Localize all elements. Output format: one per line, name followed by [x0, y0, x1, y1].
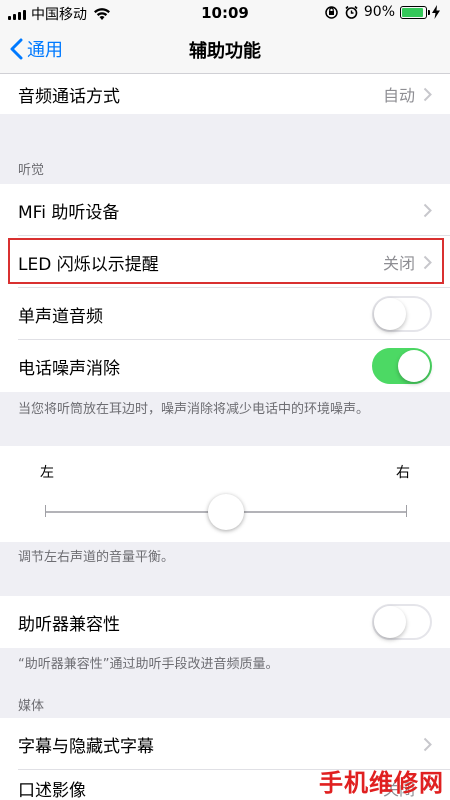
- row-mono-audio: 单声道音频: [0, 288, 450, 340]
- row-value: 关闭: [382, 254, 415, 273]
- row-label: 助听器兼容性: [18, 614, 120, 635]
- row-phone-noise-cancellation: 电话噪声消除: [0, 340, 450, 392]
- track-tick-left: [45, 505, 46, 517]
- balance-left-label: 左: [40, 465, 54, 481]
- row-label: 音频通话方式: [18, 86, 120, 107]
- row-label: 字幕与隐藏式字幕: [18, 736, 154, 757]
- status-bar: 中国移动 10:09 90%: [0, 0, 450, 26]
- chevron-right-icon: [423, 737, 432, 751]
- chevron-right-icon: [423, 255, 432, 269]
- track-tick-right: [406, 505, 407, 517]
- row-hearing-aid-compatibility: 助听器兼容性: [0, 596, 450, 648]
- page-title: 辅助功能: [189, 41, 261, 62]
- row-label: 单声道音频: [18, 306, 103, 327]
- battery-percent: 90%: [363, 4, 395, 20]
- row-label: 电话噪声消除: [18, 358, 120, 379]
- section-header-media: 媒体: [18, 699, 45, 714]
- noise-cancel-footer: 当您将听筒放在耳边时，噪声消除将减少电话中的环境噪声。: [18, 402, 370, 417]
- rotation-lock-icon: [325, 5, 338, 19]
- status-right: 90%: [324, 4, 440, 20]
- mono-audio-toggle[interactable]: [372, 296, 432, 332]
- row-value: 自动: [382, 86, 415, 105]
- row-led-flash[interactable]: LED 闪烁以示提醒 关闭: [0, 236, 450, 288]
- balance-slider-thumb[interactable]: [208, 494, 244, 530]
- row-label: LED 闪烁以示提醒: [18, 254, 159, 275]
- charging-icon: [432, 5, 440, 19]
- noise-cancellation-toggle[interactable]: [372, 348, 432, 384]
- balance-slider-card: 左 右: [0, 446, 450, 542]
- section-header-hearing: 听觉: [18, 163, 45, 178]
- watermark: 手机维修网: [319, 769, 444, 797]
- row-audio-routing[interactable]: 音频通话方式 自动: [0, 74, 450, 114]
- balance-right-label: 右: [396, 465, 410, 481]
- hac-footer: “助听器兼容性”通过助听手段改进音频质量。: [18, 657, 279, 672]
- battery-icon: [400, 5, 430, 19]
- alarm-icon: [345, 5, 358, 19]
- row-mfi-hearing-devices[interactable]: MFi 助听设备: [0, 184, 450, 236]
- row-label: MFi 助听设备: [18, 202, 120, 223]
- navigation-bar: 通用 辅助功能: [0, 26, 450, 74]
- chevron-right-icon: [423, 203, 432, 217]
- hac-toggle[interactable]: [372, 604, 432, 640]
- chevron-right-icon: [423, 87, 432, 101]
- balance-footer: 调节左右声道的音量平衡。: [18, 550, 175, 565]
